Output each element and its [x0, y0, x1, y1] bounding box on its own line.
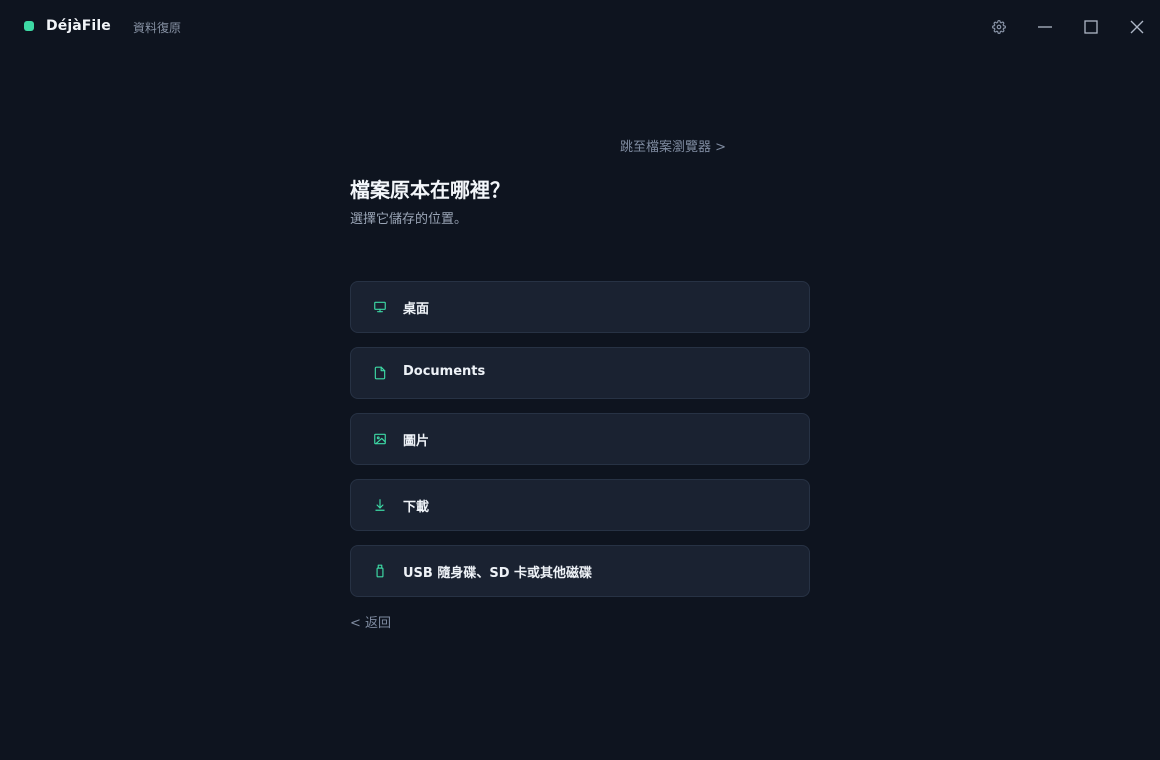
location-option-documents[interactable]: Documents — [350, 347, 810, 399]
image-icon — [372, 431, 388, 447]
maximize-icon — [1084, 20, 1098, 34]
jump-to-file-browser-link[interactable]: 跳至檔案瀏覽器 > — [620, 136, 726, 155]
location-list: 桌面 Documents 圖片 下載 USB 隨身碟、SD 卡或其他磁碟 — [350, 281, 810, 611]
download-icon — [372, 497, 388, 513]
close-button[interactable] — [1124, 14, 1150, 40]
app-name: DéjàFile — [46, 18, 111, 34]
document-icon — [372, 365, 388, 381]
title-bar: DéjàFile 資料復原 — [0, 0, 1160, 54]
monitor-icon — [372, 299, 388, 315]
maximize-button[interactable] — [1078, 14, 1104, 40]
location-option-label: USB 隨身碟、SD 卡或其他磁碟 — [403, 566, 593, 581]
location-option-downloads[interactable]: 下載 — [350, 479, 810, 531]
location-option-label: Documents — [403, 364, 486, 379]
location-option-label: 桌面 — [403, 302, 430, 317]
gear-icon — [992, 20, 1006, 34]
settings-button[interactable] — [986, 14, 1012, 40]
location-option-label: 圖片 — [403, 434, 430, 449]
minimize-icon — [1038, 26, 1052, 28]
location-option-pictures[interactable]: 圖片 — [350, 413, 810, 465]
close-icon — [1130, 20, 1144, 34]
usb-drive-icon — [372, 563, 388, 579]
app-subtitle: 資料復原 — [133, 21, 182, 35]
app-logo-icon — [24, 21, 34, 31]
location-option-external-drive[interactable]: USB 隨身碟、SD 卡或其他磁碟 — [350, 545, 810, 597]
page-title: 檔案原本在哪裡？ — [350, 178, 510, 202]
back-link[interactable]: < 返回 — [350, 612, 391, 631]
page-subtitle: 選擇它儲存的位置。 — [350, 212, 468, 227]
location-option-desktop[interactable]: 桌面 — [350, 281, 810, 333]
minimize-button[interactable] — [1032, 14, 1058, 40]
location-option-label: 下載 — [403, 500, 430, 515]
